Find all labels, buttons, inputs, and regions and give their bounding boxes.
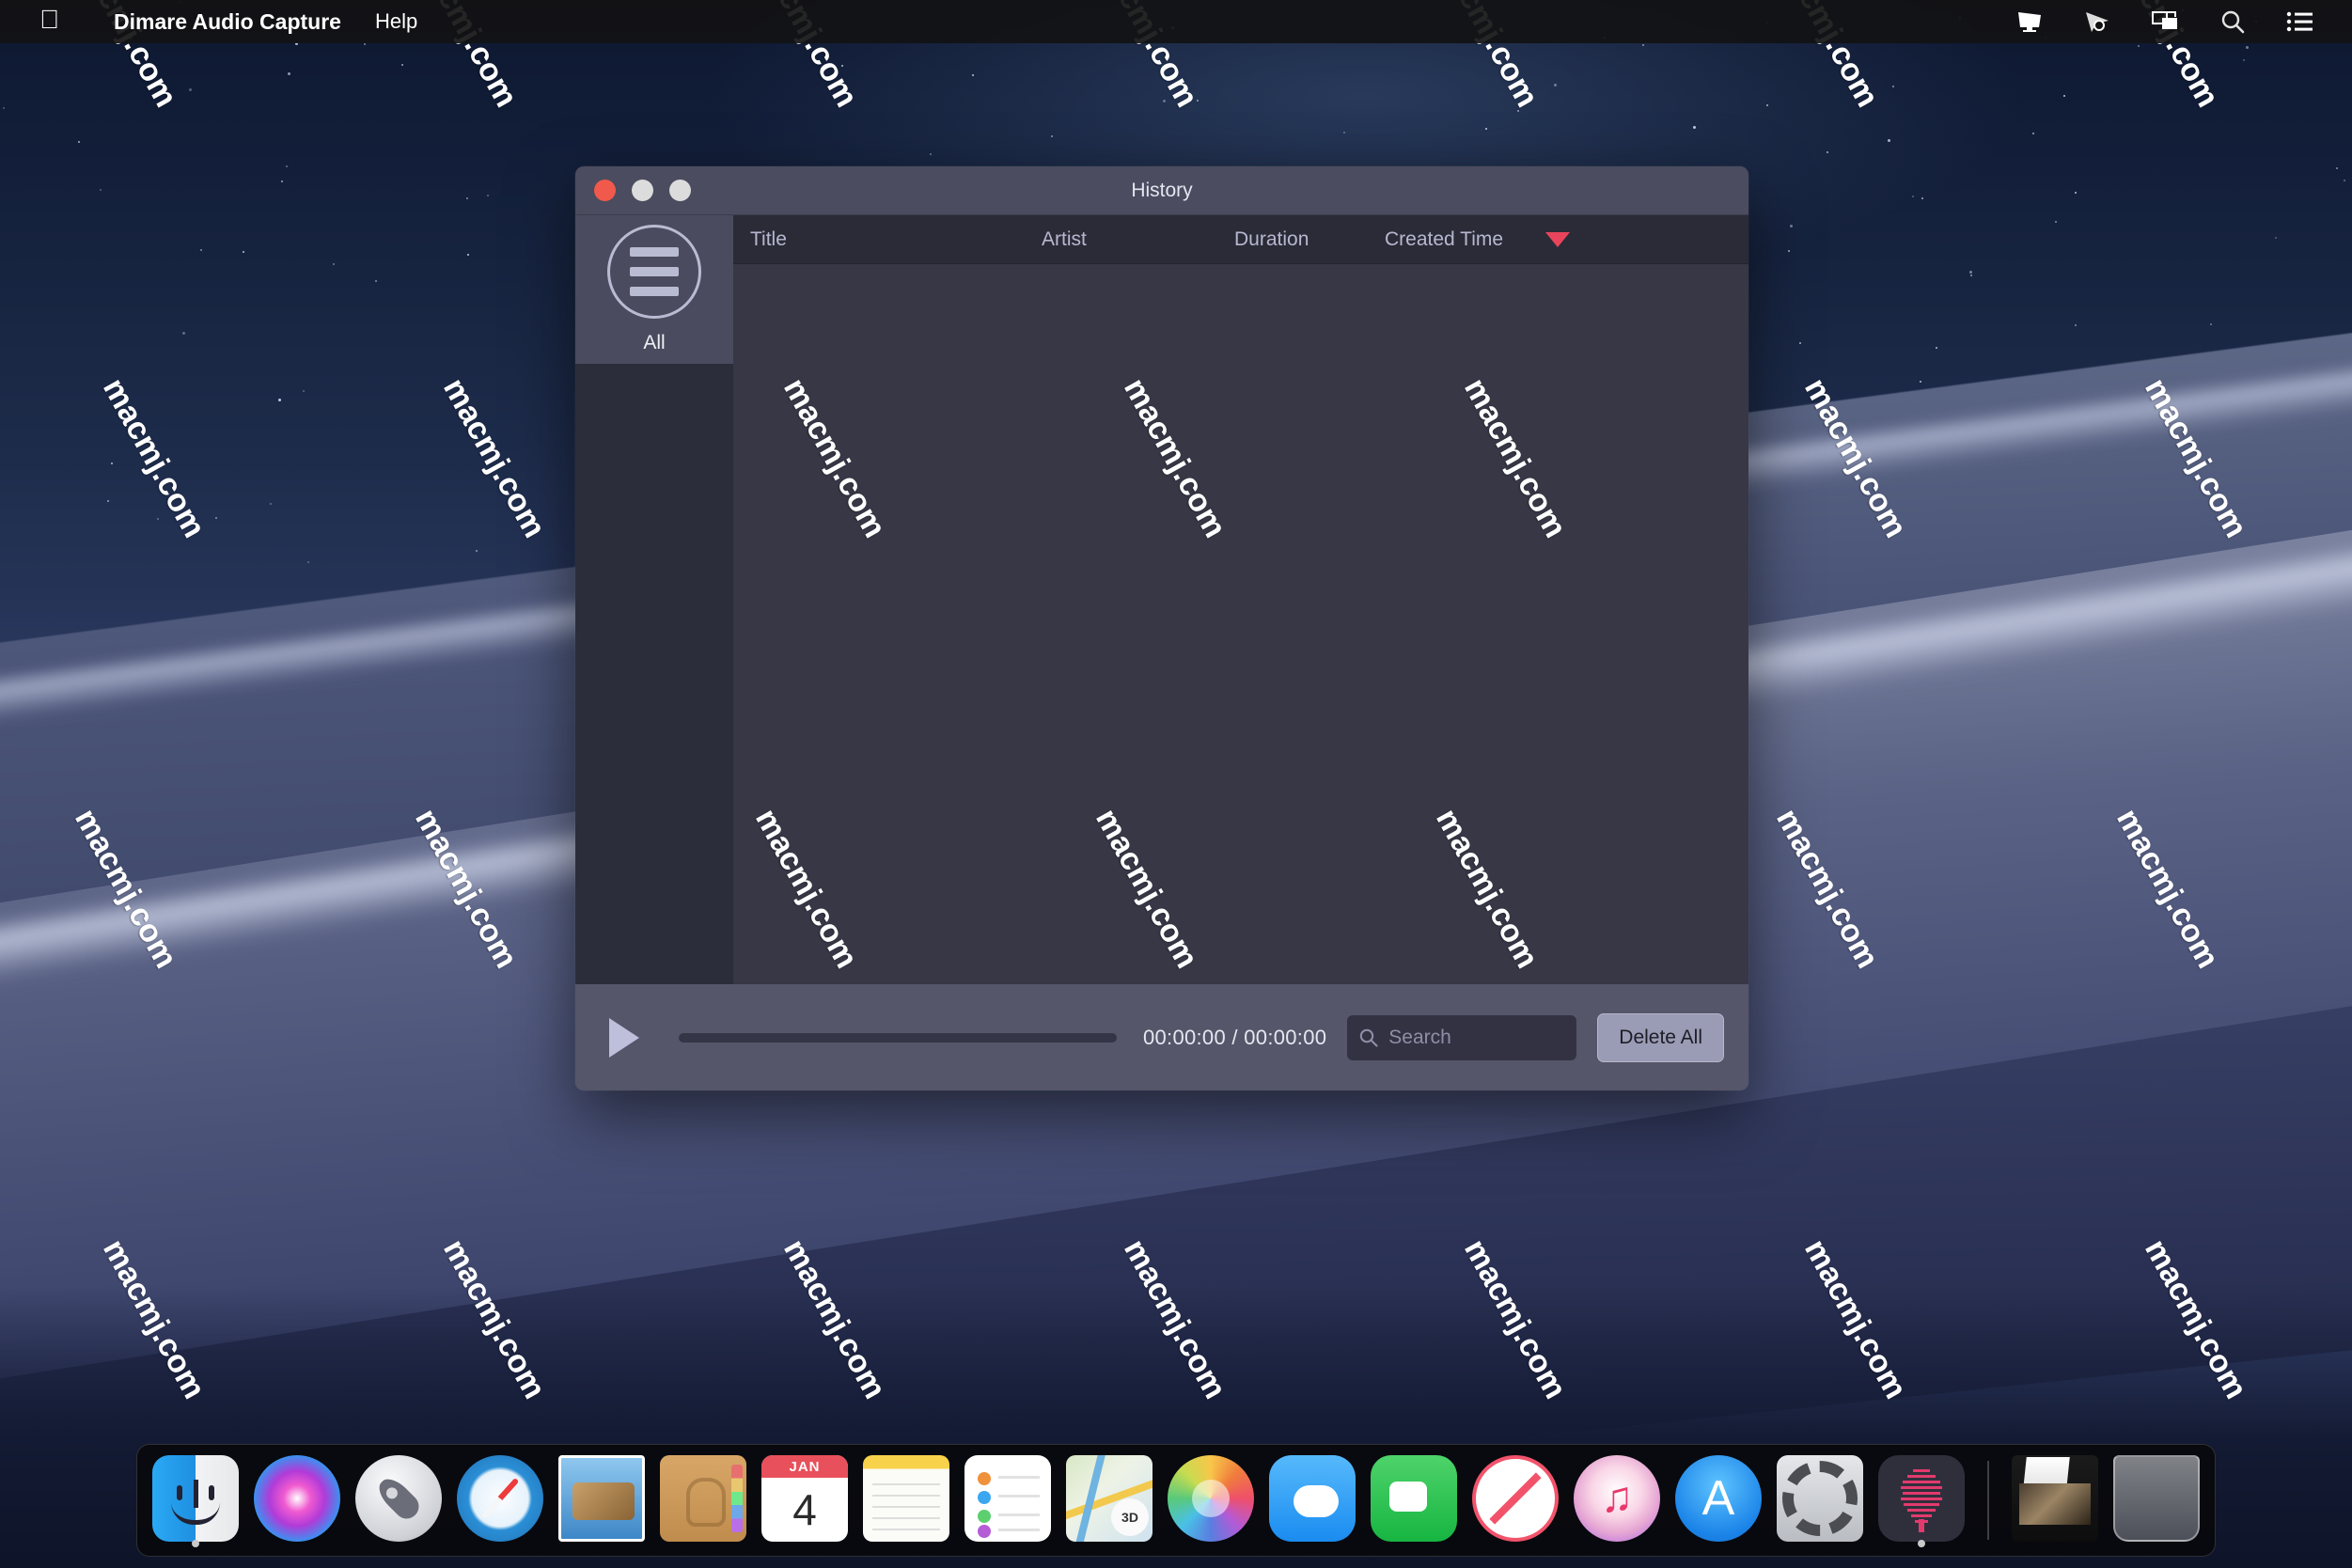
history-window: History All Title Artist Duration Create… xyxy=(575,166,1748,1090)
sidebar-item-all[interactable]: All xyxy=(575,215,733,364)
dock-contacts[interactable] xyxy=(658,1451,748,1549)
menu-bar:  Dimare Audio Capture Help xyxy=(0,0,2352,43)
list-lines-icon xyxy=(607,225,701,319)
dock-system-preferences[interactable] xyxy=(1775,1451,1865,1549)
history-rows-empty xyxy=(733,264,1748,984)
dock-maps[interactable]: 3D xyxy=(1064,1451,1154,1549)
player-toolbar: 00:00:00 / 00:00:00 Delete All xyxy=(575,984,1748,1090)
window-titlebar[interactable]: History xyxy=(575,166,1748,215)
dock: JAN 4 3D xyxy=(136,1444,2216,1557)
play-icon[interactable] xyxy=(609,1018,639,1058)
playback-progress-slider[interactable] xyxy=(679,1033,1117,1043)
dock-itunes[interactable] xyxy=(1572,1451,1662,1549)
time-display: 00:00:00 / 00:00:00 xyxy=(1143,1026,1326,1050)
dock-separator xyxy=(1987,1461,1989,1540)
dock-mail[interactable] xyxy=(557,1451,647,1549)
dock-appstore[interactable] xyxy=(1673,1451,1764,1549)
column-header-artist[interactable]: Artist xyxy=(1025,228,1217,251)
dock-notes[interactable] xyxy=(861,1451,951,1549)
dock-calendar[interactable]: JAN 4 xyxy=(760,1451,850,1549)
sidebar-item-label: All xyxy=(643,332,665,354)
column-header-created-time[interactable]: Created Time xyxy=(1368,228,1532,251)
control-center-icon[interactable] xyxy=(2284,8,2316,36)
window-body: All Title Artist Duration Created Time xyxy=(575,215,1748,984)
running-indicator xyxy=(1918,1540,1925,1547)
dock-reminders[interactable] xyxy=(963,1451,1053,1549)
apple-logo-icon[interactable]:  xyxy=(39,7,59,33)
search-input[interactable] xyxy=(1388,1027,1565,1049)
display-icon[interactable] xyxy=(2014,8,2046,36)
table-column-headers: Title Artist Duration Created Time xyxy=(733,215,1748,264)
menu-bar-status-items xyxy=(2014,8,2328,36)
dock-safari[interactable] xyxy=(455,1451,545,1549)
cursor-arrow-icon[interactable] xyxy=(2081,8,2113,36)
delete-all-button[interactable]: Delete All xyxy=(1597,1013,1724,1062)
dock-photos[interactable] xyxy=(1166,1451,1256,1549)
running-indicator xyxy=(192,1540,199,1547)
dock-messages[interactable] xyxy=(1267,1451,1357,1549)
column-header-duration[interactable]: Duration xyxy=(1217,228,1368,251)
menu-app-title[interactable]: Dimare Audio Capture xyxy=(97,9,358,35)
menu-help[interactable]: Help xyxy=(358,9,434,34)
maps-3d-badge: 3D xyxy=(1111,1498,1149,1536)
screen-mirroring-icon[interactable] xyxy=(2149,8,2181,36)
dock-finder[interactable] xyxy=(150,1451,241,1549)
dock-downloads[interactable] xyxy=(2010,1451,2100,1549)
window-title: History xyxy=(575,180,1748,202)
spotlight-search-icon[interactable] xyxy=(2217,8,2249,36)
magnifier-icon xyxy=(1358,1027,1379,1048)
dock-news[interactable] xyxy=(1470,1451,1560,1549)
calendar-month: JAN xyxy=(761,1455,848,1478)
column-header-title[interactable]: Title xyxy=(733,228,1025,251)
sidebar: All xyxy=(575,215,733,984)
search-field[interactable] xyxy=(1347,1015,1576,1060)
calendar-day: 4 xyxy=(761,1478,848,1542)
dock-trash[interactable] xyxy=(2111,1451,2202,1549)
dock-launchpad[interactable] xyxy=(353,1451,444,1549)
dock-audio-capture[interactable] xyxy=(1876,1451,1967,1549)
dock-facetime[interactable] xyxy=(1369,1451,1459,1549)
sort-descending-icon[interactable] xyxy=(1545,232,1570,247)
dock-siri[interactable] xyxy=(252,1451,342,1549)
history-list-pane: Title Artist Duration Created Time xyxy=(733,215,1748,984)
